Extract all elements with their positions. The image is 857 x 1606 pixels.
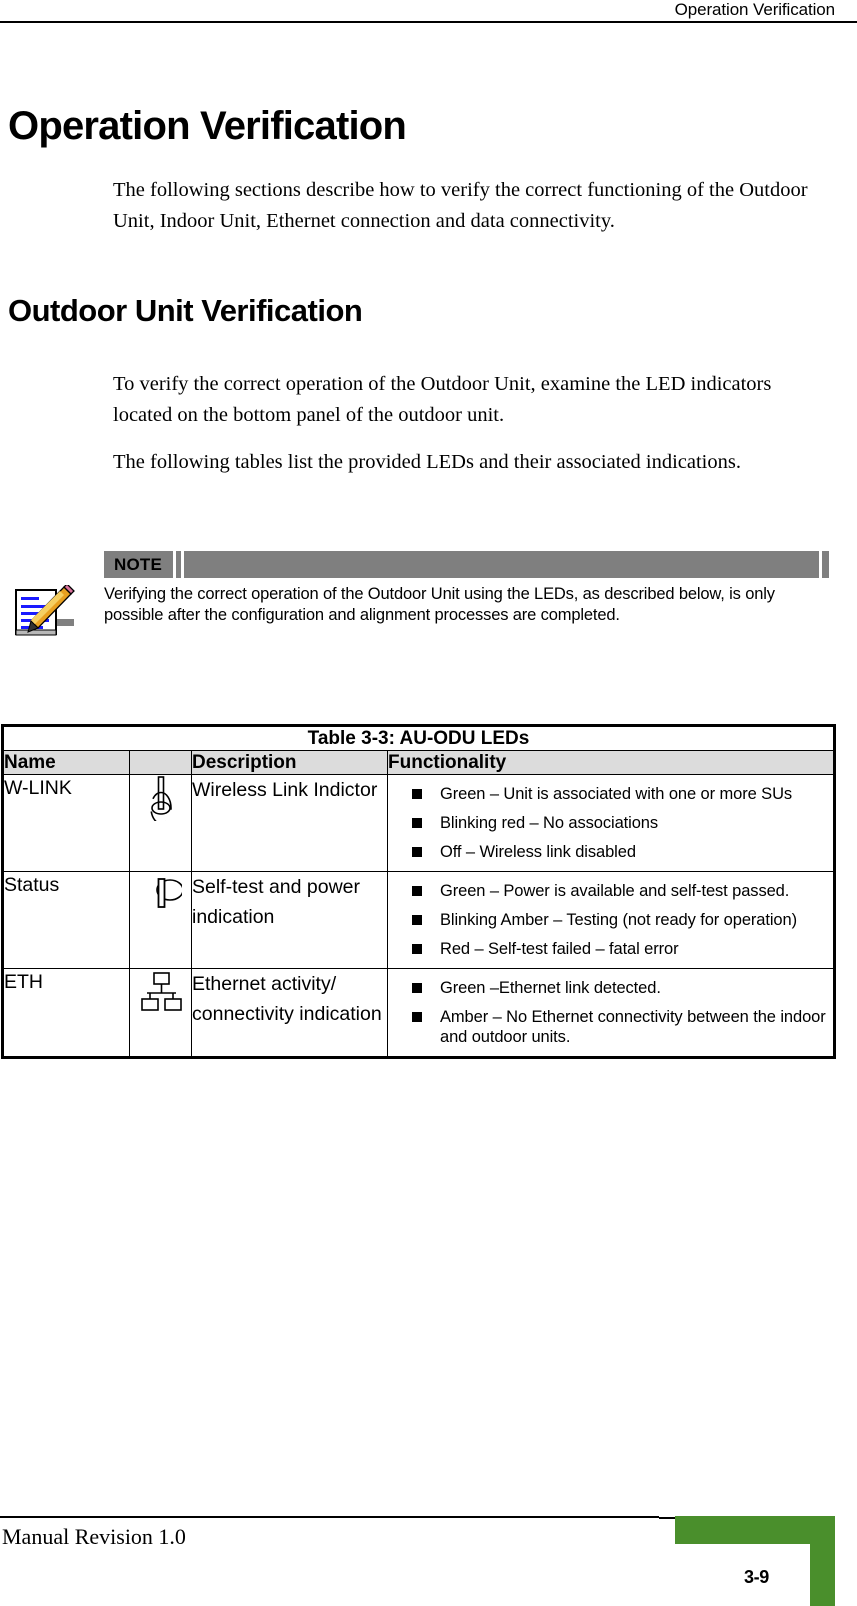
notepad-pencil-icon [14, 583, 76, 637]
list-item: Off – Wireless link disabled [388, 842, 833, 862]
page-number: 3-9 [744, 1567, 769, 1587]
note-bar-separator [181, 551, 184, 578]
table-header-row: Name Description Functionality [2, 750, 836, 775]
led-icon-cell [129, 968, 192, 1058]
list-item-label: Blinking red – No associations [440, 814, 659, 832]
functionality-list: Green – Unit is associated with one or m… [388, 784, 833, 862]
intro-paragraph: The following sections describe how to v… [113, 179, 808, 232]
note-bar-separator [819, 551, 822, 578]
functionality-list: Green –Ethernet link detected. Amber – N… [388, 978, 833, 1047]
list-item-label: Amber – No Ethernet connectivity between… [440, 1008, 826, 1046]
list-item-label: Red – Self-test failed – fatal error [440, 940, 679, 958]
led-name: ETH [2, 968, 130, 1058]
led-table-container: Table 3-3: AU-ODU LEDs Name Description … [1, 724, 837, 1059]
functionality-list: Green – Power is available and self-test… [388, 881, 833, 959]
bullet-square-icon [412, 847, 422, 857]
power-symbol-icon [140, 878, 184, 920]
list-item-label: Blinking Amber – Testing (not ready for … [440, 911, 797, 929]
footer-accent-vertical [810, 1544, 835, 1606]
column-header-icon [129, 750, 192, 775]
led-functionality-cell: Green – Unit is associated with one or m… [386, 774, 836, 872]
led-name: W-LINK [2, 774, 130, 872]
list-item-label: Green – Power is available and self-test… [440, 882, 790, 900]
manual-revision-label: Manual Revision 1.0 [2, 1524, 186, 1549]
list-item: Green – Unit is associated with one or m… [388, 784, 833, 804]
footer-divider-tick [659, 1517, 675, 1519]
table-row: Status Self-test and power indication Gr… [2, 871, 836, 969]
led-icon-cell [129, 871, 192, 969]
led-description: Self-test and power indication [191, 871, 388, 969]
section-paragraph-1: To verify the correct operation of the O… [113, 373, 772, 426]
page-title: Operation Verification [8, 104, 407, 148]
bullet-square-icon [412, 886, 422, 896]
led-functionality-cell: Green –Ethernet link detected. Amber – N… [386, 968, 836, 1058]
page-footer: Manual Revision 1.0 3-9 [0, 1516, 857, 1606]
note-body-text: Verifying the correct operation of the O… [104, 585, 775, 624]
list-item: Green –Ethernet link detected. [388, 978, 833, 998]
wireless-antenna-icon [140, 776, 182, 825]
table-row: ETH Ethernet activity/ connectivity indi… [2, 968, 836, 1058]
note-bar-separator [173, 551, 176, 578]
section-paragraph-2: The following tables list the provided L… [113, 451, 741, 473]
bullet-square-icon [412, 1012, 422, 1022]
au-odu-leds-table: Table 3-3: AU-ODU LEDs Name Description … [1, 724, 837, 1059]
bullet-square-icon [412, 944, 422, 954]
list-item-label: Green –Ethernet link detected. [440, 979, 661, 997]
list-item-label: Green – Unit is associated with one or m… [440, 785, 793, 803]
table-caption: Table 3-3: AU-ODU LEDs [1, 725, 836, 751]
led-functionality-cell: Green – Power is available and self-test… [386, 871, 836, 969]
list-item: Amber – No Ethernet connectivity between… [388, 1007, 833, 1047]
network-topology-icon [138, 972, 184, 1017]
bullet-square-icon [412, 789, 422, 799]
list-item: Red – Self-test failed – fatal error [388, 939, 833, 959]
table-row: W-LINK Wireless Link Indictor Green – Un… [2, 774, 836, 872]
note-callout: NOTE Verifying the correct operation of … [0, 527, 857, 637]
note-label: NOTE [114, 555, 163, 574]
led-icon-cell [129, 774, 192, 872]
column-header-functionality: Functionality [386, 750, 836, 775]
bullet-square-icon [412, 818, 422, 828]
footer-divider [0, 1516, 659, 1518]
list-item: Blinking Amber – Testing (not ready for … [388, 910, 833, 930]
list-item: Green – Power is available and self-test… [388, 881, 833, 901]
page-header: Operation Verification [0, 0, 857, 23]
bullet-square-icon [412, 915, 422, 925]
bullet-square-icon [412, 983, 422, 993]
section-heading-outdoor-unit-verification: Outdoor Unit Verification [8, 293, 363, 328]
table-caption-row: Table 3-3: AU-ODU LEDs [1, 725, 836, 751]
note-header-bar: NOTE [104, 551, 829, 578]
column-header-name: Name [2, 750, 130, 775]
led-description: Wireless Link Indictor [191, 774, 388, 872]
list-item: Blinking red – No associations [388, 813, 833, 833]
led-description: Ethernet activity/ connectivity indicati… [191, 968, 388, 1058]
column-header-description: Description [191, 750, 388, 775]
header-divider [0, 21, 857, 23]
running-header-title: Operation Verification [674, 0, 835, 19]
list-item-label: Off – Wireless link disabled [440, 843, 636, 861]
led-name: Status [2, 871, 130, 969]
footer-accent-horizontal [675, 1516, 835, 1544]
